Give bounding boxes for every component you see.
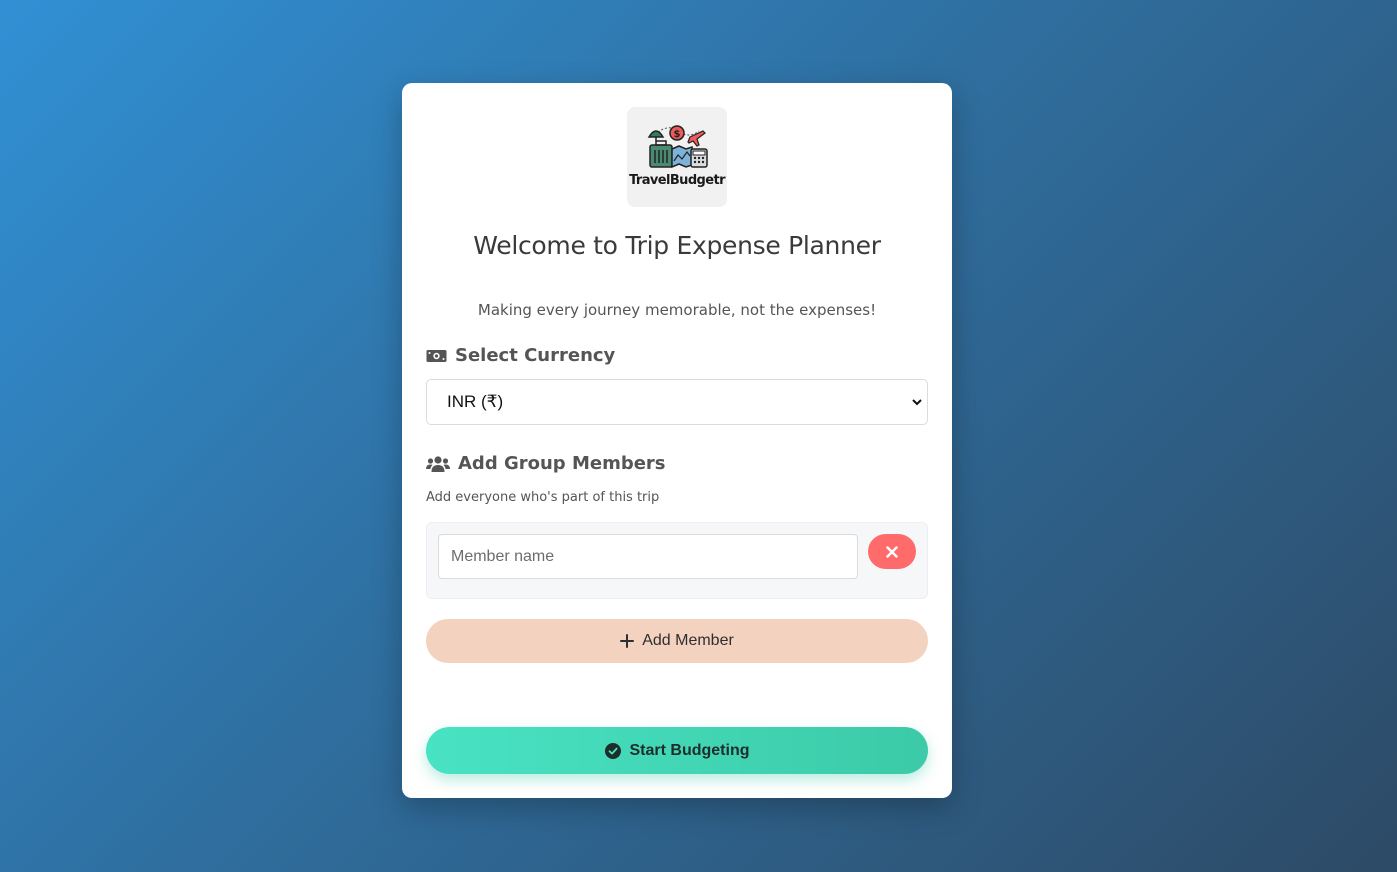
- currency-select[interactable]: INR (₹): [426, 379, 928, 425]
- currency-select-value: INR (₹): [447, 392, 504, 411]
- travel-budget-logo-icon: $: [647, 125, 708, 169]
- remove-member-button[interactable]: [868, 534, 916, 569]
- members-heading: Add Group Members: [426, 453, 666, 474]
- add-member-button[interactable]: Add Member: [426, 619, 928, 663]
- plus-icon: [620, 634, 635, 648]
- start-budgeting-button[interactable]: Start Budgeting: [426, 727, 928, 774]
- check-circle-icon: [604, 742, 621, 759]
- currency-heading: Select Currency: [426, 345, 615, 366]
- svg-text:$: $: [674, 129, 681, 140]
- setup-card: $ TravelBudgetr Welcome to Trip Expense …: [402, 83, 952, 798]
- chevron-down-icon: [912, 399, 922, 406]
- close-icon: [886, 545, 898, 558]
- page-title: Welcome to Trip Expense Planner: [473, 231, 881, 260]
- users-icon: [426, 455, 450, 472]
- money-bill-icon: [426, 349, 447, 362]
- app-logo: $ TravelBudgetr: [627, 107, 727, 207]
- member-row: [426, 522, 928, 599]
- currency-heading-label: Select Currency: [455, 345, 616, 366]
- logo-brand-text: TravelBudgetr: [629, 173, 725, 188]
- members-heading-label: Add Group Members: [458, 453, 666, 474]
- page-tagline: Making every journey memorable, not the …: [477, 301, 877, 319]
- member-name-input[interactable]: [438, 534, 858, 579]
- start-budgeting-label: Start Budgeting: [629, 741, 750, 759]
- add-member-label: Add Member: [642, 632, 734, 649]
- members-helper-text: Add everyone who's part of this trip: [426, 490, 660, 505]
